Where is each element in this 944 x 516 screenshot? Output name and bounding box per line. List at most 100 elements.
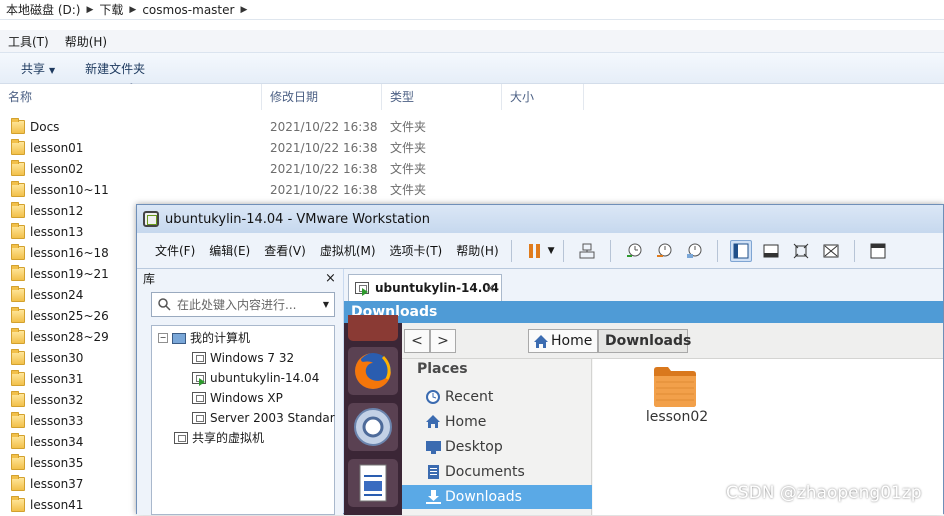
new-folder-button[interactable]: 新建文件夹 — [85, 60, 145, 77]
library-search-input[interactable]: 在此处键入内容进行... ▼ — [151, 292, 335, 317]
tree-vm-ubuntukylin[interactable]: ubuntukylin-14.04 — [192, 368, 319, 388]
file-name: lesson35 — [30, 456, 84, 470]
launcher-firefox[interactable] — [348, 347, 398, 395]
place-desktop[interactable]: Desktop — [402, 435, 592, 459]
folder-icon — [11, 349, 25, 365]
file-row[interactable]: lesson01 2021/10/22 16:38 文件夹 — [0, 138, 944, 159]
address-bar[interactable]: 本地磁盘 (D:) ▶ 下载 ▶ cosmos-master ▶ — [0, 0, 944, 20]
revert-snapshot-button[interactable] — [653, 240, 675, 262]
file-date: 2021/10/22 16:38 — [270, 120, 378, 134]
folder-icon — [11, 265, 25, 281]
breadcrumb-cosmos[interactable]: cosmos-master — [142, 3, 234, 17]
menu-file[interactable]: 文件(F) — [155, 242, 195, 259]
file-row[interactable]: lesson02 2021/10/22 16:38 文件夹 — [0, 159, 944, 180]
tree-my-computer[interactable]: − 我的计算机 — [158, 328, 250, 348]
place-downloads[interactable]: Downloads — [402, 485, 592, 509]
computer-icon — [172, 332, 186, 344]
launcher-libreoffice-writer[interactable] — [348, 459, 398, 507]
column-size[interactable]: 大小 — [502, 84, 584, 110]
folder-icon — [11, 286, 25, 302]
snapshot-button[interactable] — [623, 240, 645, 262]
path-home-button[interactable]: Home — [528, 329, 598, 353]
tree-vm-windowsxp[interactable]: Windows XP — [192, 388, 283, 408]
pause-button[interactable] — [524, 240, 546, 262]
file-row[interactable]: lesson10~11 2021/10/22 16:38 文件夹 — [0, 180, 944, 201]
file-row[interactable]: Docs 2021/10/22 16:38 文件夹 — [0, 117, 944, 138]
file-date: 2021/10/22 16:38 — [270, 141, 378, 155]
explorer-menubar: 工具(T) 帮助(H) — [0, 30, 944, 52]
folder-icon — [11, 118, 25, 134]
column-name[interactable]: 名称 — [0, 84, 262, 110]
chevron-right-icon[interactable]: ▶ — [129, 5, 136, 15]
file-date: 2021/10/22 16:38 — [270, 162, 378, 176]
file-name: lesson25~26 — [30, 309, 109, 323]
chevron-right-icon[interactable]: ▶ — [240, 5, 247, 15]
file-name: lesson28~29 — [30, 330, 109, 344]
menu-help[interactable]: 帮助(H) — [65, 33, 107, 50]
vm-icon — [192, 352, 206, 364]
desktop-icon — [426, 441, 441, 454]
chevron-down-icon[interactable]: ▼ — [323, 300, 329, 309]
close-icon[interactable]: × — [325, 269, 336, 289]
tree-vm-server2003[interactable]: Server 2003 Standar — [192, 408, 335, 428]
folder-icon — [11, 475, 25, 491]
column-header: 名称 修改日期 类型 大小 — [0, 84, 944, 110]
breadcrumb-downloads[interactable]: 下载 — [99, 1, 123, 18]
tree-label: Windows 7 32 — [210, 351, 295, 365]
folder-icon — [11, 160, 25, 176]
place-recent[interactable]: Recent — [402, 385, 592, 409]
library-header: 库 — [143, 272, 156, 286]
menu-view[interactable]: 查看(V) — [264, 242, 306, 259]
toolbar-divider — [716, 239, 718, 262]
menu-edit[interactable]: 编辑(E) — [209, 242, 250, 259]
chevron-right-icon[interactable]: ▶ — [86, 5, 93, 15]
folder-icon — [11, 202, 25, 218]
unity-mode-button[interactable] — [820, 240, 842, 262]
vm-icon — [192, 392, 206, 404]
fullscreen-button[interactable] — [790, 240, 812, 262]
back-button[interactable]: < — [404, 329, 430, 353]
tree-label: Windows XP — [210, 391, 283, 405]
tree-label: 我的计算机 — [190, 331, 251, 345]
tree-vm-windows7[interactable]: Windows 7 32 — [192, 348, 294, 368]
vm-tab[interactable]: ubuntukylin-14.04 × — [348, 274, 502, 301]
console-view-button[interactable] — [867, 240, 889, 262]
launcher-chromium[interactable] — [348, 403, 398, 451]
vmware-titlebar[interactable]: ubuntukylin-14.04 - VMware Workstation — [137, 205, 943, 233]
share-button[interactable]: 共享 ▼ — [21, 60, 55, 77]
thumbnail-bar-button[interactable] — [760, 240, 782, 262]
menu-help[interactable]: 帮助(H) — [456, 242, 498, 259]
menu-tabs[interactable]: 选项卡(T) — [390, 242, 443, 259]
file-name: lesson33 — [30, 414, 84, 428]
show-library-button[interactable] — [729, 239, 752, 262]
place-documents[interactable]: Documents — [402, 460, 592, 484]
nautilus-titlebar: Downloads — [344, 301, 943, 323]
folder-icon[interactable] — [652, 364, 698, 408]
launcher-item-top[interactable] — [348, 315, 398, 341]
tree-label: 共享的虚拟机 — [192, 431, 265, 445]
close-tab-icon[interactable]: × — [485, 281, 495, 295]
collapse-icon[interactable]: − — [158, 333, 168, 343]
place-label: Documents — [445, 464, 525, 480]
tree-shared-vms[interactable]: 共享的虚拟机 — [174, 428, 264, 448]
folder-icon — [11, 328, 25, 344]
send-ctrl-alt-del-button[interactable] — [576, 240, 598, 262]
column-modified[interactable]: 修改日期 — [262, 84, 382, 110]
document-icon — [359, 464, 387, 502]
forward-button[interactable]: > — [430, 329, 456, 353]
place-home[interactable]: Home — [402, 410, 592, 434]
path-home-label: Home — [551, 333, 593, 349]
folder-icon — [11, 244, 25, 260]
chromium-icon — [354, 408, 392, 446]
folder-label[interactable]: lesson02 — [637, 409, 717, 425]
power-dropdown-icon[interactable]: ▼ — [548, 246, 555, 256]
toolbar-divider — [853, 239, 855, 262]
path-downloads-button[interactable]: Downloads — [598, 329, 691, 353]
column-type[interactable]: 类型 — [382, 84, 502, 110]
breadcrumb-drive[interactable]: 本地磁盘 (D:) — [6, 1, 80, 18]
file-name: lesson30 — [30, 351, 84, 365]
menu-vm[interactable]: 虚拟机(M) — [320, 242, 376, 259]
snapshot-manager-button[interactable] — [683, 240, 705, 262]
menu-tools[interactable]: 工具(T) — [8, 33, 49, 50]
folder-icon — [11, 139, 25, 155]
